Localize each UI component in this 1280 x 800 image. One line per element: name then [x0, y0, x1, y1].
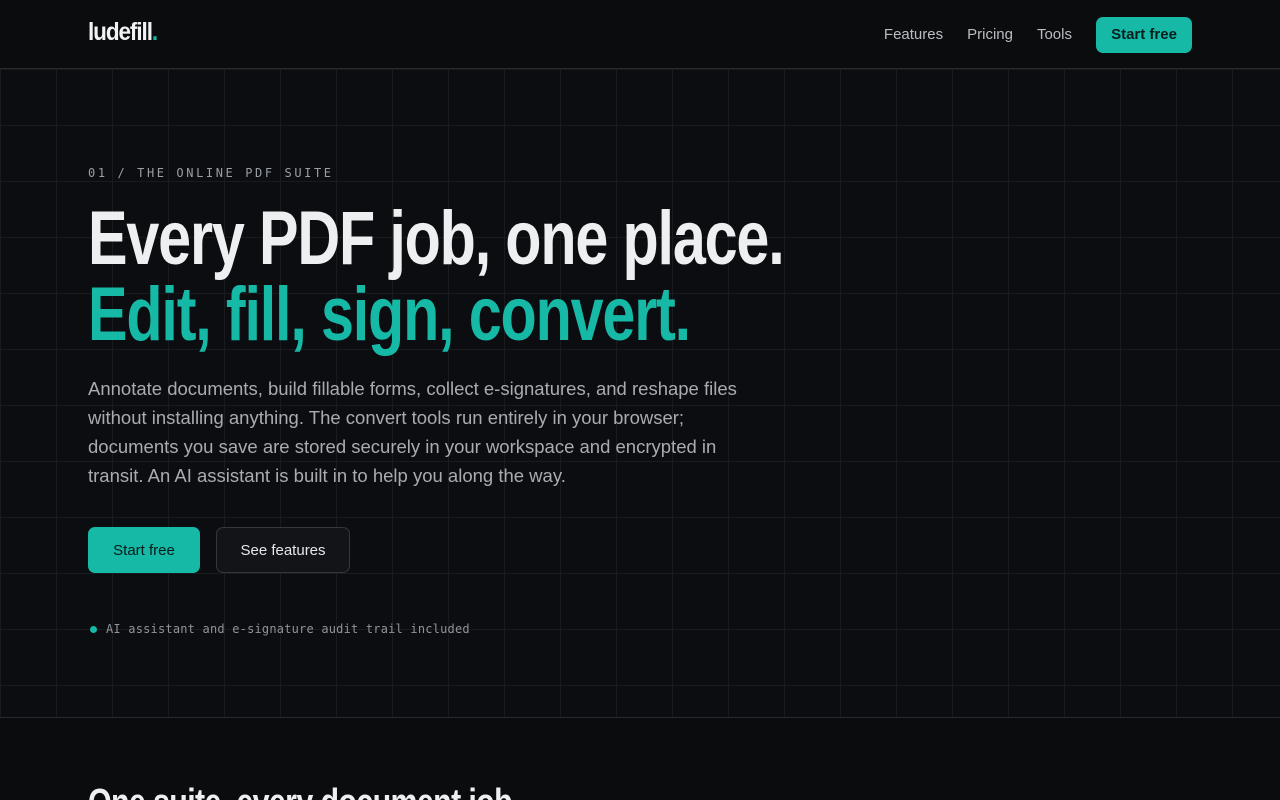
status-dot-icon: [90, 625, 97, 633]
hero-start-free-button[interactable]: Start free: [88, 527, 200, 573]
hero-section: 01 / THE ONLINE PDF SUITE Every PDF job,…: [0, 69, 1280, 718]
logo-text: ludefill: [88, 18, 153, 46]
hero-cta-row: Start free See features: [88, 527, 350, 573]
logo-dot: .: [151, 18, 158, 46]
hero-headline-line2: Edit, fill, sign, convert.: [88, 272, 691, 357]
hero-headline: Every PDF job, one place. Edit, fill, si…: [88, 196, 785, 357]
hero-description: Annotate documents, build fillable forms…: [88, 378, 737, 486]
nav-start-free-button[interactable]: Start free: [1096, 16, 1192, 53]
nav-links: Features Pricing Tools Start free: [884, 0, 1192, 69]
nav-link-pricing[interactable]: Pricing: [967, 26, 1013, 43]
hero-eyebrow: 01 / THE ONLINE PDF SUITE: [88, 166, 334, 180]
hero-note-text: AI assistant and e-signature audit trail…: [106, 622, 470, 636]
see-features-button[interactable]: See features: [216, 527, 350, 573]
nav-link-features[interactable]: Features: [884, 26, 943, 43]
features-section: One suite, every document job.: [0, 718, 1280, 800]
hero-note: AI assistant and e-signature audit trail…: [90, 622, 470, 636]
top-nav: ludefill. Features Pricing Tools Start f…: [0, 0, 1280, 69]
hero-headline-line1: Every PDF job, one place.: [88, 196, 785, 281]
features-section-title: One suite, every document job.: [88, 782, 520, 800]
nav-link-tools[interactable]: Tools: [1037, 26, 1072, 43]
logo[interactable]: ludefill.: [88, 18, 158, 47]
